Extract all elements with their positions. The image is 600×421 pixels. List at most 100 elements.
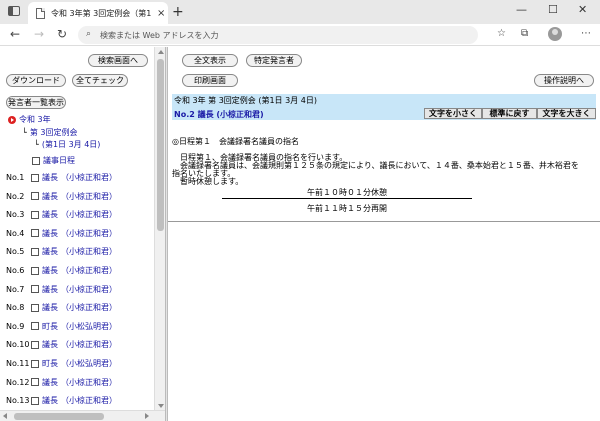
speaker-name[interactable]: （小椋正和君） — [61, 228, 117, 239]
speaker-row[interactable]: No.5 議長 （小椋正和君） — [6, 246, 117, 257]
tree-agenda[interactable]: 議事日程 — [32, 155, 75, 166]
more-icon[interactable]: ⋯ — [581, 28, 591, 39]
speaker-role[interactable]: 議長 — [42, 302, 58, 313]
speaker-name[interactable]: （小椋正和君） — [61, 395, 117, 406]
specific-speaker-button[interactable]: 特定発言者 — [246, 54, 302, 67]
speaker-role[interactable]: 町長 — [42, 358, 58, 369]
font-larger-button[interactable]: 文字を大きく — [537, 108, 596, 119]
speaker-checkbox[interactable] — [31, 340, 39, 349]
tree-year[interactable]: 令和 3年 — [8, 114, 51, 125]
tree-session[interactable]: └ 第 3回定例会 — [22, 127, 77, 138]
search-screen-button[interactable]: 検索画面へ — [88, 54, 148, 67]
back-icon[interactable]: ← — [10, 27, 20, 41]
speaker-role[interactable]: 議長 — [42, 284, 58, 295]
speaker-checkbox[interactable] — [31, 396, 39, 405]
speaker-checkbox[interactable] — [31, 285, 39, 294]
speaker-role[interactable]: 議長 — [42, 339, 58, 350]
speaker-name[interactable]: （小椋正和君） — [61, 339, 117, 350]
speaker-checkbox[interactable] — [31, 210, 39, 219]
speaker-role[interactable]: 町長 — [42, 321, 58, 332]
speaker-role[interactable]: 議長 — [42, 265, 58, 276]
speaker-row[interactable]: No.1 議長 （小椋正和君） — [6, 172, 117, 183]
speaker-role[interactable]: 議長 — [42, 246, 58, 257]
left-horizontal-scrollbar[interactable] — [0, 410, 165, 421]
speaker-row[interactable]: No.2 議長 （小椋正和君） — [6, 191, 117, 202]
speaker-row[interactable]: No.10 議長 （小椋正和君） — [6, 339, 117, 350]
speaker-checkbox[interactable] — [31, 192, 39, 201]
speaker-checkbox[interactable] — [31, 322, 39, 331]
speaker-name[interactable]: （小椋正和君） — [61, 191, 117, 202]
meeting-title-bar: 令和 3年 第 3回定例会 (第1日 3月 4日) — [172, 94, 596, 107]
speaker-checkbox[interactable] — [31, 173, 39, 182]
left-vertical-scrollbar[interactable] — [154, 47, 165, 411]
speaker-row[interactable]: No.12 議長 （小椋正和君） — [6, 377, 117, 388]
speaker-name[interactable]: （小椋正和君） — [61, 377, 117, 388]
speaker-row[interactable]: No.4 議長 （小椋正和君） — [6, 228, 117, 239]
show-all-button[interactable]: 全文表示 — [182, 54, 238, 67]
window-menu-icon[interactable] — [8, 6, 20, 16]
speaker-checkbox[interactable] — [31, 359, 39, 368]
scroll-left-icon[interactable] — [3, 413, 7, 419]
minimize-icon[interactable]: — — [516, 3, 527, 16]
refresh-icon[interactable]: ↻ — [57, 27, 67, 41]
speaker-name[interactable]: （小椋正和君） — [61, 246, 117, 257]
speaker-row[interactable]: No.6 議長 （小椋正和君） — [6, 265, 117, 276]
speaker-name[interactable]: （小松弘明君） — [61, 321, 117, 332]
speaker-role[interactable]: 議長 — [42, 191, 58, 202]
close-window-icon[interactable]: ✕ — [578, 3, 587, 16]
font-smaller-button[interactable]: 文字を小さく — [424, 108, 482, 119]
speaker-checkbox[interactable] — [31, 378, 39, 387]
speaker-number: No.10 — [6, 340, 30, 350]
check-all-button[interactable]: 全てチェック — [72, 74, 128, 87]
speaker-role[interactable]: 議長 — [42, 228, 58, 239]
speaker-checkbox[interactable] — [31, 229, 39, 238]
url-input[interactable]: ⌕ 検索または Web アドレスを入力 — [78, 26, 478, 44]
scroll-thumb[interactable] — [157, 59, 164, 231]
speaker-name[interactable]: （小椋正和君） — [61, 302, 117, 313]
title-bar: 令和 3年第 3回定例会（第1日 3月 × + — ☐ ✕ — [0, 0, 600, 24]
font-standard-button[interactable]: 標準に戻す — [482, 108, 537, 119]
new-tab-icon[interactable]: + — [172, 4, 184, 20]
collections-icon[interactable]: ⧉ — [521, 28, 528, 39]
scroll-down-icon[interactable] — [158, 404, 164, 408]
speaker-role[interactable]: 議長 — [42, 377, 58, 388]
tree-day[interactable]: └ (第1日 3月 4日) — [34, 139, 100, 150]
document-icon — [36, 7, 45, 19]
print-screen-button[interactable]: 印刷画面 — [182, 74, 238, 87]
speaker-name[interactable]: （小椋正和君） — [61, 209, 117, 220]
scroll-thumb[interactable] — [14, 413, 104, 420]
profile-avatar[interactable] — [548, 27, 562, 41]
download-button[interactable]: ダウンロード — [6, 74, 66, 87]
speaker-list-button[interactable]: 発言者一覧表示 — [6, 96, 66, 109]
scroll-right-icon[interactable] — [145, 413, 149, 419]
agenda-checkbox[interactable] — [32, 156, 40, 165]
forward-icon: → — [34, 27, 45, 41]
speaker-row[interactable]: No.11 町長 （小松弘明君） — [6, 358, 117, 369]
speaker-role[interactable]: 議長 — [42, 172, 58, 183]
speaker-name[interactable]: （小椋正和君） — [61, 265, 117, 276]
tab-close-icon[interactable]: × — [157, 8, 165, 19]
speaker-name[interactable]: （小椋正和君） — [61, 172, 117, 183]
speaker-name[interactable]: （小松弘明君） — [61, 358, 117, 369]
browser-tab[interactable]: 令和 3年第 3回定例会（第1日 3月 × — [28, 2, 168, 24]
speaker-row[interactable]: No.8 議長 （小椋正和君） — [6, 302, 117, 313]
scroll-up-icon[interactable] — [158, 50, 164, 54]
favorite-star-icon[interactable]: ☆ — [497, 28, 506, 39]
speaker-row[interactable]: No.3 議長 （小椋正和君） — [6, 209, 117, 220]
speaker-row[interactable]: No.9 町長 （小松弘明君） — [6, 321, 117, 332]
speaker-checkbox[interactable] — [31, 303, 39, 312]
speaker-checkbox[interactable] — [31, 247, 39, 256]
manual-button[interactable]: 操作説明へ — [534, 74, 594, 87]
tree-day-label: (第1日 3月 4日) — [41, 140, 101, 149]
speaker-role[interactable]: 議長 — [42, 209, 58, 220]
resume-time: 午前１１時１５分再開 — [307, 204, 387, 213]
speaker-name[interactable]: （小椋正和君） — [61, 284, 117, 295]
speaker-checkbox[interactable] — [31, 266, 39, 275]
maximize-icon[interactable]: ☐ — [548, 3, 558, 16]
meeting-title: 令和 3年 第 3回定例会 (第1日 3月 4日) — [174, 96, 317, 105]
minutes-line: 暫時休憩します。 — [172, 177, 244, 186]
speaker-row[interactable]: No.7 議長 （小椋正和君） — [6, 284, 117, 295]
speaker-row[interactable]: No.13 議長 （小椋正和君） — [6, 395, 117, 406]
speaker-role[interactable]: 議長 — [42, 395, 58, 406]
speaker-number: No.9 — [6, 321, 25, 331]
